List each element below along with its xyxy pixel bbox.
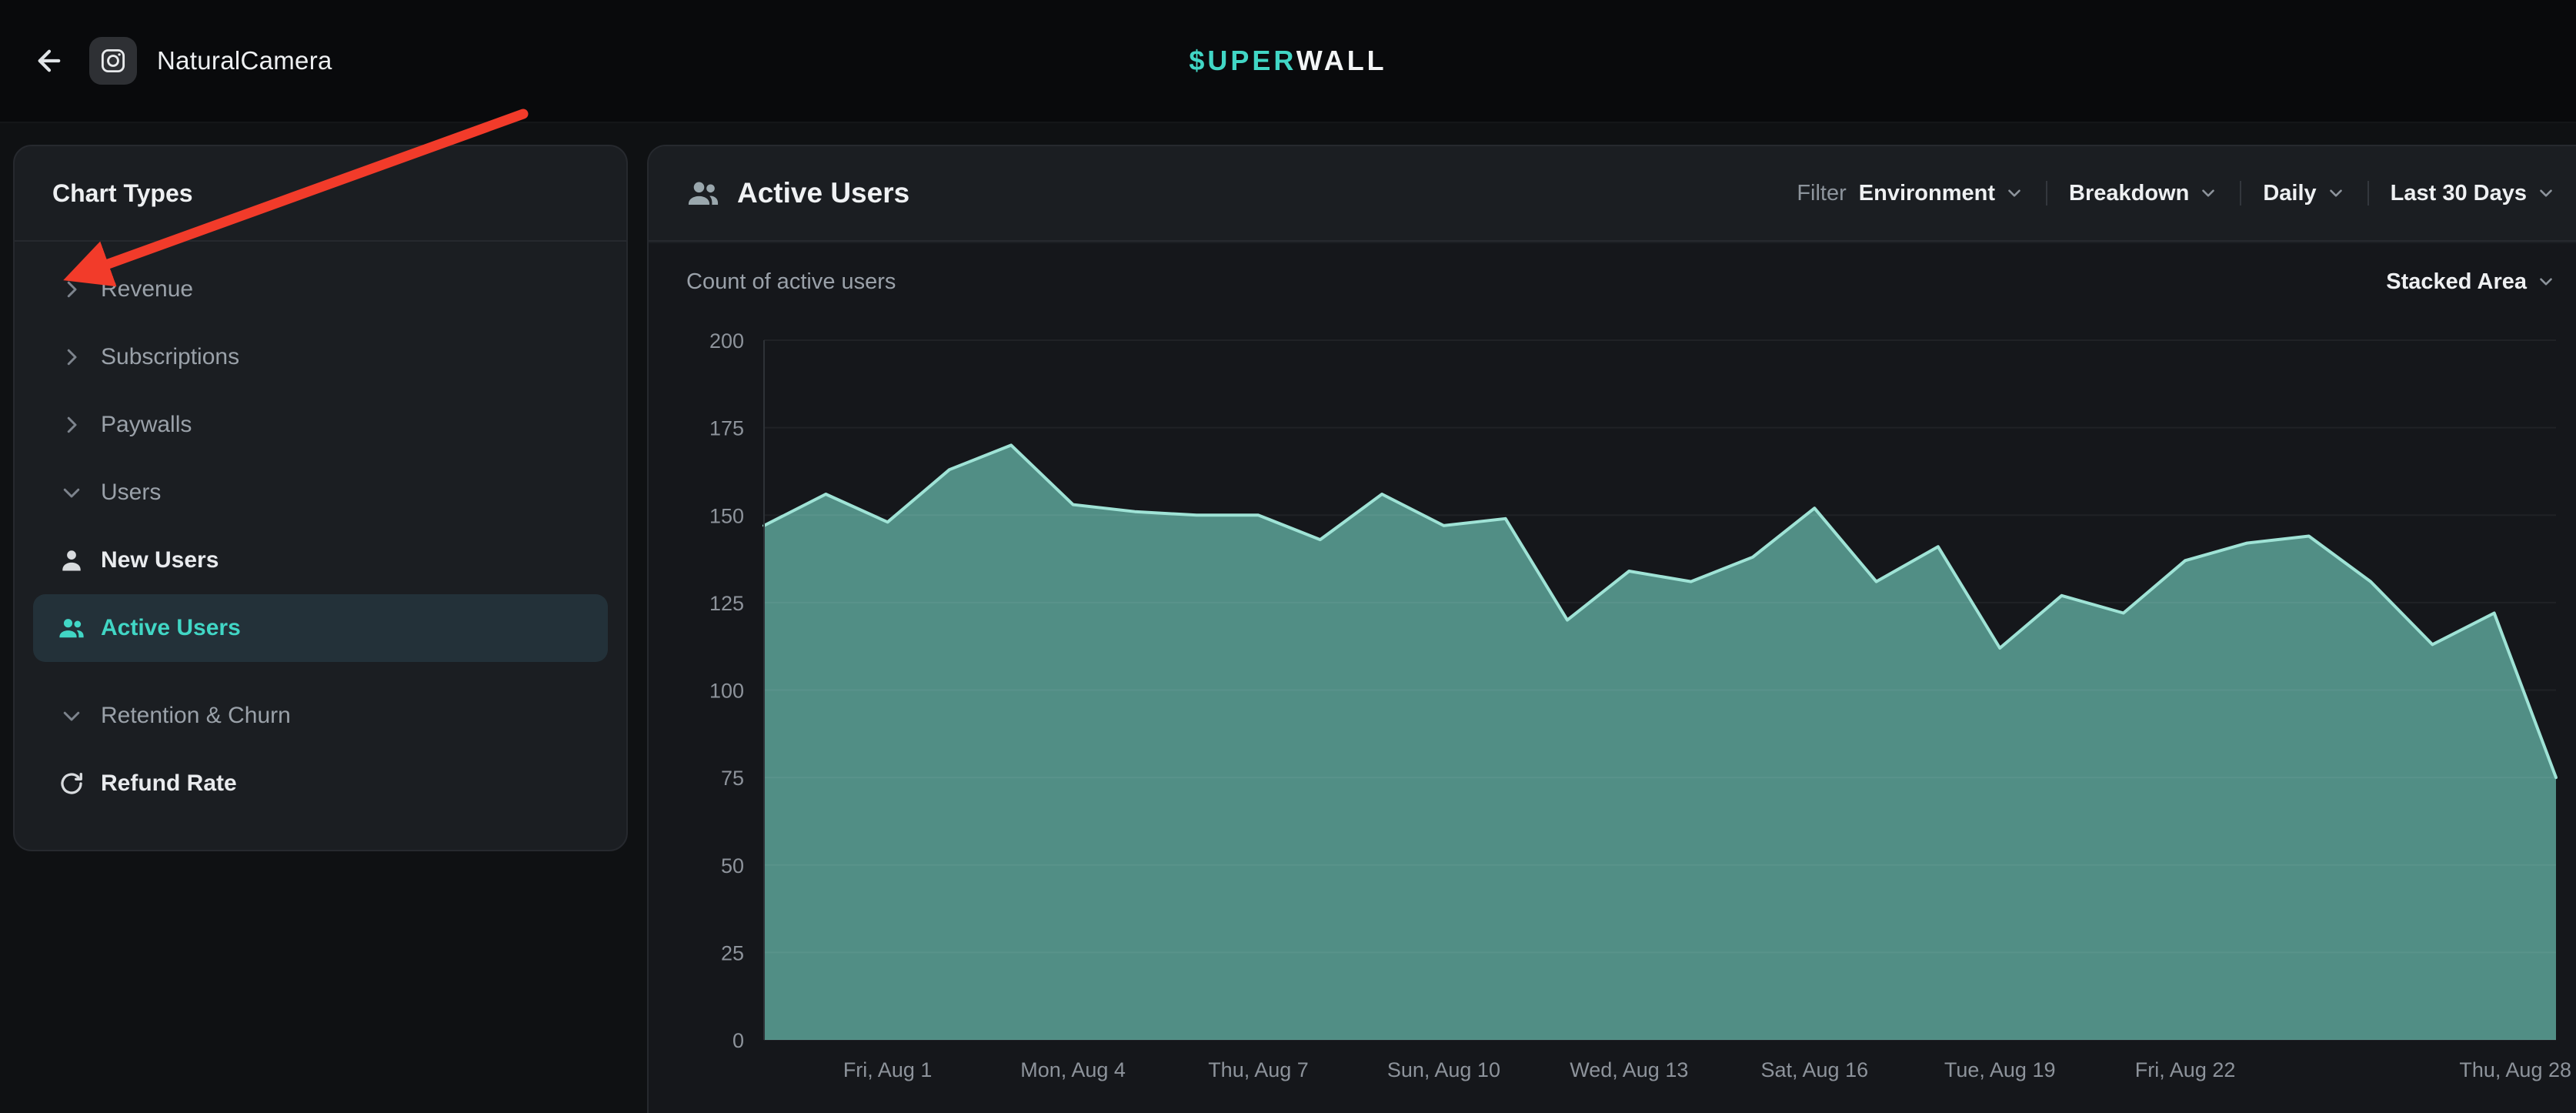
topbar: NaturalCamera $UPERWALL [0, 0, 2576, 123]
svg-text:Fri, Aug 22: Fri, Aug 22 [2135, 1058, 2236, 1081]
svg-text:Tue, Aug 19: Tue, Aug 19 [1944, 1058, 2056, 1081]
arrow-left-icon [33, 45, 65, 77]
brand-logo-suffix: WALL [1296, 45, 1387, 76]
people-icon [56, 613, 87, 643]
svg-text:Fri, Aug 1: Fri, Aug 1 [843, 1058, 933, 1081]
sidebar-item-refund-rate[interactable]: Refund Rate [33, 750, 608, 817]
svg-text:25: 25 [721, 941, 744, 964]
sidebar-item-paywalls[interactable]: Users Paywalls [33, 391, 608, 459]
svg-text:Wed, Aug 13: Wed, Aug 13 [1570, 1058, 1688, 1081]
svg-text:100: 100 [709, 680, 744, 703]
svg-text:75: 75 [721, 767, 744, 790]
main-header: Active Users Filter Environment Breakdow… [649, 146, 2576, 242]
sidebar-title: Chart Types [15, 146, 626, 240]
date-range-dropdown-value: Last 30 Days [2391, 181, 2527, 206]
content-area: Chart Types Revenue Subscriptions Users [0, 123, 2576, 1113]
sidebar-item-label: Revenue [101, 276, 193, 302]
chevron-right-icon [56, 409, 87, 440]
svg-text:150: 150 [709, 504, 744, 527]
svg-text:125: 125 [709, 592, 744, 615]
chevron-right-icon [56, 342, 87, 373]
sidebar-item-label: Active Users [101, 615, 241, 641]
interval-dropdown[interactable]: Daily [2263, 181, 2345, 206]
environment-dropdown[interactable]: Environment [1859, 181, 2024, 206]
chart-types-panel: Chart Types Revenue Subscriptions Users [13, 145, 628, 851]
svg-text:Sun, Aug 10: Sun, Aug 10 [1387, 1058, 1500, 1081]
chart-type-dropdown[interactable]: Stacked Area [2386, 269, 2556, 295]
back-button[interactable] [28, 39, 71, 82]
page-title: Active Users [737, 177, 909, 209]
date-range-dropdown[interactable]: Last 30 Days [2391, 181, 2556, 206]
chevron-down-icon [2536, 183, 2556, 203]
sidebar-item-retention-churn[interactable]: Retention & Churn [33, 682, 608, 750]
sidebar-item-label: Paywalls [101, 412, 192, 438]
chart-subheader: Count of active users Stacked Area [649, 243, 2576, 320]
divider [2367, 181, 2369, 206]
divider [2240, 181, 2241, 206]
refresh-icon [56, 768, 87, 799]
active-users-panel: Active Users Filter Environment Breakdow… [647, 145, 2576, 1113]
breakdown-dropdown[interactable]: Breakdown [2069, 181, 2218, 206]
person-icon [56, 545, 87, 576]
app-name: NaturalCamera [157, 46, 332, 75]
sidebar-item-users[interactable]: Users [33, 459, 608, 526]
chart-section: Count of active users Stacked Area 0 25 50… [649, 243, 2576, 1113]
chevron-right-icon [56, 274, 87, 305]
sidebar-item-active-users[interactable]: Active Users [33, 594, 608, 662]
sidebar-item-label: Refund Rate [101, 770, 237, 797]
sidebar-item-subscriptions[interactable]: Subscriptions [33, 323, 608, 391]
sidebar-item-label: New Users [101, 547, 219, 573]
svg-text:Sat, Aug 16: Sat, Aug 16 [1760, 1058, 1868, 1081]
chevron-down-icon [56, 477, 87, 508]
svg-text:200: 200 [709, 329, 744, 353]
svg-text:50: 50 [721, 854, 744, 877]
brand-logo-prefix: $UPER [1189, 45, 1296, 76]
sidebar-item-label: Users [101, 480, 161, 506]
app-icon-camera [89, 37, 137, 85]
svg-text:Thu, Aug 28: Thu, Aug 28 [2459, 1058, 2571, 1081]
chevron-down-icon [2004, 183, 2024, 203]
svg-text:0: 0 [732, 1029, 744, 1052]
sidebar-item-label: Subscriptions [101, 344, 239, 370]
sidebar-item-label: Retention & Churn [101, 703, 291, 729]
chevron-down-icon [56, 700, 87, 731]
environment-dropdown-value: Environment [1859, 181, 1995, 206]
chevron-down-icon [2198, 183, 2218, 203]
svg-text:Mon, Aug 4: Mon, Aug 4 [1020, 1058, 1126, 1081]
chart-type-dropdown-value: Stacked Area [2386, 269, 2527, 295]
breakdown-dropdown-value: Breakdown [2069, 181, 2189, 206]
chevron-down-icon [2536, 272, 2556, 292]
sidebar-item-revenue[interactable]: Revenue [33, 256, 608, 323]
chevron-down-icon [2326, 183, 2346, 203]
people-icon [686, 176, 720, 210]
svg-text:175: 175 [709, 417, 744, 440]
svg-text:Thu, Aug 7: Thu, Aug 7 [1208, 1058, 1309, 1081]
filter-bar: Filter Environment Breakdown Daily [1797, 181, 2556, 206]
sidebar-item-new-users[interactable]: New Users [33, 526, 608, 594]
chart-types-list: Revenue Subscriptions Users Paywalls [15, 242, 626, 817]
interval-dropdown-value: Daily [2263, 181, 2316, 206]
brand-logo: $UPERWALL [1189, 45, 1386, 77]
filter-label: Filter [1797, 181, 1846, 206]
chart-subtitle: Count of active users [686, 269, 896, 295]
divider [2046, 181, 2047, 206]
active-users-area-chart: 0 25 50 75 100 125 150 175 200 Fri, Aug 1 Mon, Aug… [649, 320, 2576, 1113]
